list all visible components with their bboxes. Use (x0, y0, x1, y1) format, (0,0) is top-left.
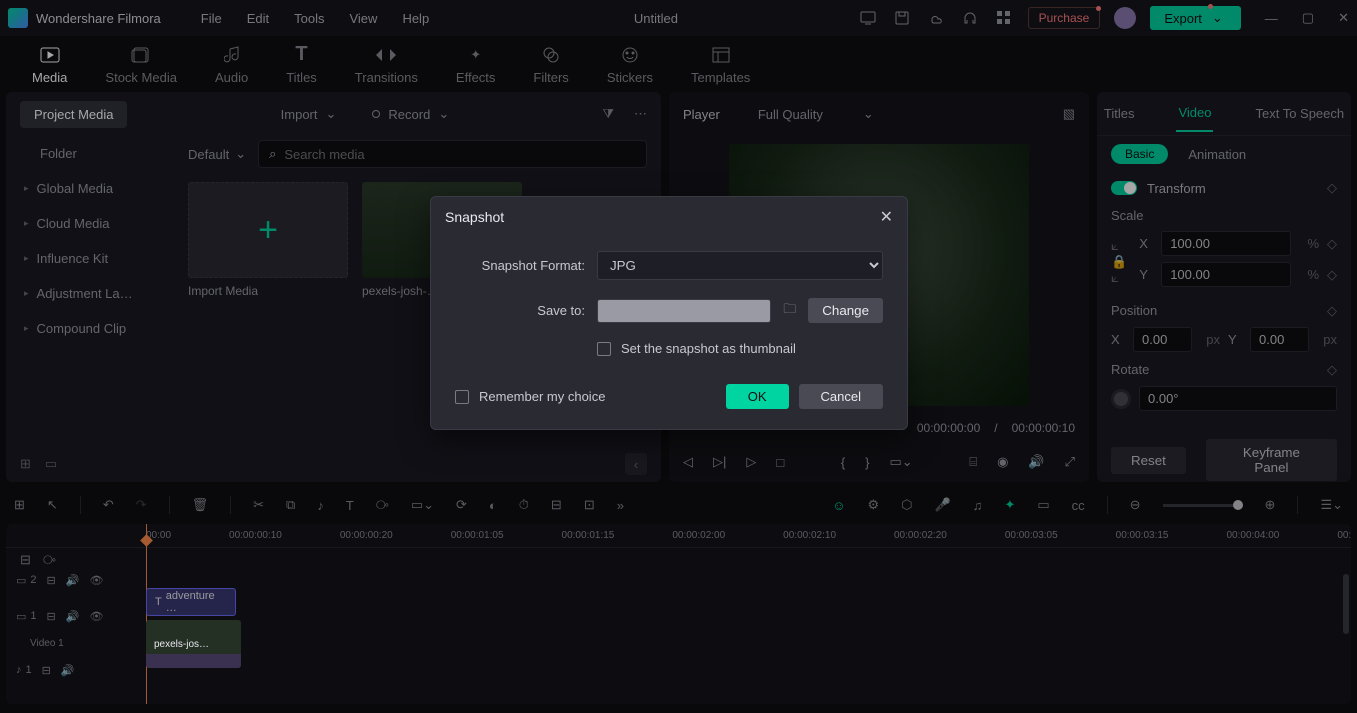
close-icon[interactable]: ✕ (880, 207, 893, 227)
ok-button[interactable]: OK (726, 384, 789, 409)
format-select[interactable]: JPG (597, 251, 883, 280)
format-label: Snapshot Format: (455, 258, 585, 273)
change-button[interactable]: Change (808, 298, 883, 323)
snapshot-dialog: Snapshot ✕ Snapshot Format: JPG Save to:… (430, 196, 908, 430)
dialog-title: Snapshot (445, 209, 504, 225)
remember-checkbox[interactable] (455, 390, 469, 404)
saveto-label: Save to: (455, 303, 585, 318)
thumbnail-checkbox[interactable] (597, 342, 611, 356)
thumbnail-label: Set the snapshot as thumbnail (621, 341, 796, 356)
folder-icon[interactable]: 🗀 (783, 300, 796, 322)
cancel-button[interactable]: Cancel (799, 384, 883, 409)
saveto-input[interactable] (597, 299, 771, 323)
remember-label: Remember my choice (479, 389, 605, 404)
